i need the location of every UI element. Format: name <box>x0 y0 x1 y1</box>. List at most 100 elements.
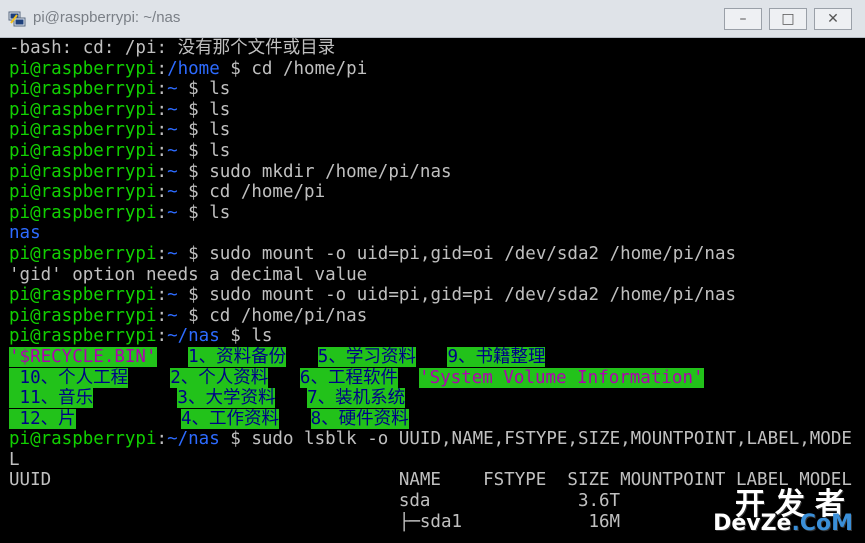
terminal-segment: pi@raspberrypi <box>9 58 157 79</box>
terminal-segment: ~/nas <box>167 429 220 450</box>
terminal-segment: pi@raspberrypi <box>9 99 157 120</box>
terminal-segment: : <box>156 182 168 203</box>
terminal-segment: : <box>156 202 168 223</box>
terminal-segment: : <box>156 99 168 120</box>
terminal-segment: $ ls <box>177 99 231 120</box>
terminal-line: L <box>9 450 865 471</box>
close-button[interactable]: ✕ <box>814 8 852 30</box>
terminal-segment: : <box>156 120 168 141</box>
terminal-line: 10、个人工程 2、个人资料 6、工程软件 'System Volume Inf… <box>9 367 865 389</box>
watermark-en-a: DevZe <box>713 511 792 536</box>
terminal-line: 11、音乐 3、大学资料 7、装机系统 <box>9 388 865 409</box>
terminal-segment: ~ <box>167 99 178 120</box>
terminal-segment <box>279 409 311 429</box>
terminal-segment: $ ls <box>177 202 231 223</box>
title-bar[interactable]: pi@raspberrypi: ~/nas – □ ✕ <box>0 0 865 38</box>
terminal-segment: L <box>9 449 20 470</box>
terminal-segment: 2、个人资料 <box>170 367 269 388</box>
terminal-line: pi@raspberrypi:~ $ ls <box>9 100 865 121</box>
terminal-segment: 11、音乐 <box>9 388 94 409</box>
minimize-icon: – <box>739 11 747 27</box>
terminal-segment: $ cd /home/pi <box>177 182 326 203</box>
terminal-segment: /home <box>167 58 220 79</box>
terminal-segment: 9、书籍整理 <box>447 346 546 367</box>
terminal-segment: ~/nas <box>167 326 220 347</box>
terminal-line: pi@raspberrypi:~/nas $ ls <box>9 326 865 347</box>
terminal-segment: ~ <box>167 202 178 223</box>
terminal-segment: pi@raspberrypi <box>9 202 157 223</box>
terminal-segment: -bash: cd: /pi: 没有那个文件或目录 <box>9 38 336 58</box>
terminal-line: pi@raspberrypi:~ $ ls <box>9 120 865 141</box>
terminal-line: -bash: cd: /pi: 没有那个文件或目录 <box>9 38 865 59</box>
terminal-line: 12、片 4、工作资料 8、硬件资料 <box>9 408 865 430</box>
terminal-line: pi@raspberrypi:~ $ sudo mount -o uid=pi,… <box>9 244 865 265</box>
terminal-segment: $ sudo mount -o uid=pi,gid=pi /dev/sda2 … <box>177 285 737 306</box>
terminal-line: pi@raspberrypi:~ $ ls <box>9 141 865 162</box>
putty-icon <box>8 11 26 27</box>
terminal-segment: pi@raspberrypi <box>9 285 157 306</box>
terminal-segment: ~ <box>167 140 178 161</box>
terminal-segment: ~ <box>167 305 178 326</box>
terminal-segment: 'gid' option needs a decimal value <box>9 264 368 285</box>
terminal-segment: $ sudo mkdir /home/pi/nas <box>177 161 452 182</box>
terminal-line: pi@raspberrypi:/home $ cd /home/pi <box>9 59 865 80</box>
terminal-line: pi@raspberrypi:~ $ ls <box>9 79 865 100</box>
terminal-segment <box>128 368 170 388</box>
terminal-line: pi@raspberrypi:~ $ ls <box>9 203 865 224</box>
terminal-segment: pi@raspberrypi <box>9 140 157 161</box>
terminal-segment <box>286 347 318 367</box>
terminal-line: pi@raspberrypi:~ $ cd /home/pi <box>9 182 865 203</box>
terminal-segment: : <box>156 243 168 264</box>
terminal-segment: : <box>156 285 168 306</box>
terminal-segment <box>93 388 177 408</box>
terminal-segment: 'System Volume Information' <box>419 367 704 388</box>
watermark-logo: 开发者 DevZe.CoM <box>699 479 859 537</box>
terminal-segment: ~ <box>167 79 178 100</box>
terminal-segment: : <box>156 58 168 79</box>
terminal-segment: ~ <box>167 161 178 182</box>
terminal-segment: pi@raspberrypi <box>9 120 157 141</box>
terminal-segment: 5、学习资料 <box>317 346 416 367</box>
terminal-line: pi@raspberrypi:~ $ sudo mkdir /home/pi/n… <box>9 162 865 183</box>
minimize-button[interactable]: – <box>724 8 762 30</box>
terminal-segment <box>157 347 189 367</box>
terminal-segment: $ ls <box>177 120 231 141</box>
terminal-segment: : <box>156 140 168 161</box>
terminal-segment: 6、工程软件 <box>299 367 398 388</box>
terminal-segment: pi@raspberrypi <box>9 305 157 326</box>
terminal-segment: ├─sda1 16M <box>9 511 621 532</box>
terminal-segment: : <box>156 326 168 347</box>
watermark-en-b: .CoM <box>791 511 853 536</box>
terminal-segment <box>275 388 307 408</box>
terminal-segment: nas <box>9 223 41 244</box>
terminal-segment: '$RECYCLE.BIN' <box>9 346 157 367</box>
terminal-segment: 1、资料备份 <box>188 346 287 367</box>
terminal-segment: $ cd /home/pi/nas <box>177 305 368 326</box>
terminal-segment: pi@raspberrypi <box>9 79 157 100</box>
maximize-button[interactable]: □ <box>769 8 807 30</box>
terminal-segment: : <box>156 305 168 326</box>
terminal-segment: pi@raspberrypi <box>9 161 157 182</box>
terminal-segment: : <box>156 161 168 182</box>
terminal-line: '$RECYCLE.BIN' 1、资料备份 5、学习资料 9、书籍整理 <box>9 346 865 368</box>
terminal-segment <box>398 368 419 388</box>
terminal-segment: ~ <box>167 285 178 306</box>
terminal-segment: 4、工作资料 <box>180 408 280 429</box>
terminal-segment <box>76 409 181 429</box>
terminal-line: 'gid' option needs a decimal value <box>9 265 865 286</box>
terminal-line: nas <box>9 223 865 244</box>
terminal-line: pi@raspberrypi:~ $ sudo mount -o uid=pi,… <box>9 285 865 306</box>
terminal-line: pi@raspberrypi:~/nas $ sudo lsblk -o UUI… <box>9 429 865 450</box>
terminal-segment: pi@raspberrypi <box>9 429 157 450</box>
terminal-segment: ~ <box>167 120 178 141</box>
terminal-segment: $ cd /home/pi <box>219 58 368 79</box>
terminal-segment: ~ <box>167 182 178 203</box>
terminal-segment: $ ls <box>177 140 231 161</box>
window-title: pi@raspberrypi: ~/nas <box>33 9 181 26</box>
terminal-output[interactable]: -bash: cd: /pi: 没有那个文件或目录 pi@raspberrypi:… <box>0 38 865 543</box>
terminal-segment: $ sudo lsblk -o UUID,NAME,FSTYPE,SIZE,MO… <box>219 429 852 450</box>
terminal-segment <box>416 347 448 367</box>
maximize-icon: □ <box>781 11 795 27</box>
terminal-segment: pi@raspberrypi <box>9 326 157 347</box>
terminal-segment: : <box>156 79 168 100</box>
